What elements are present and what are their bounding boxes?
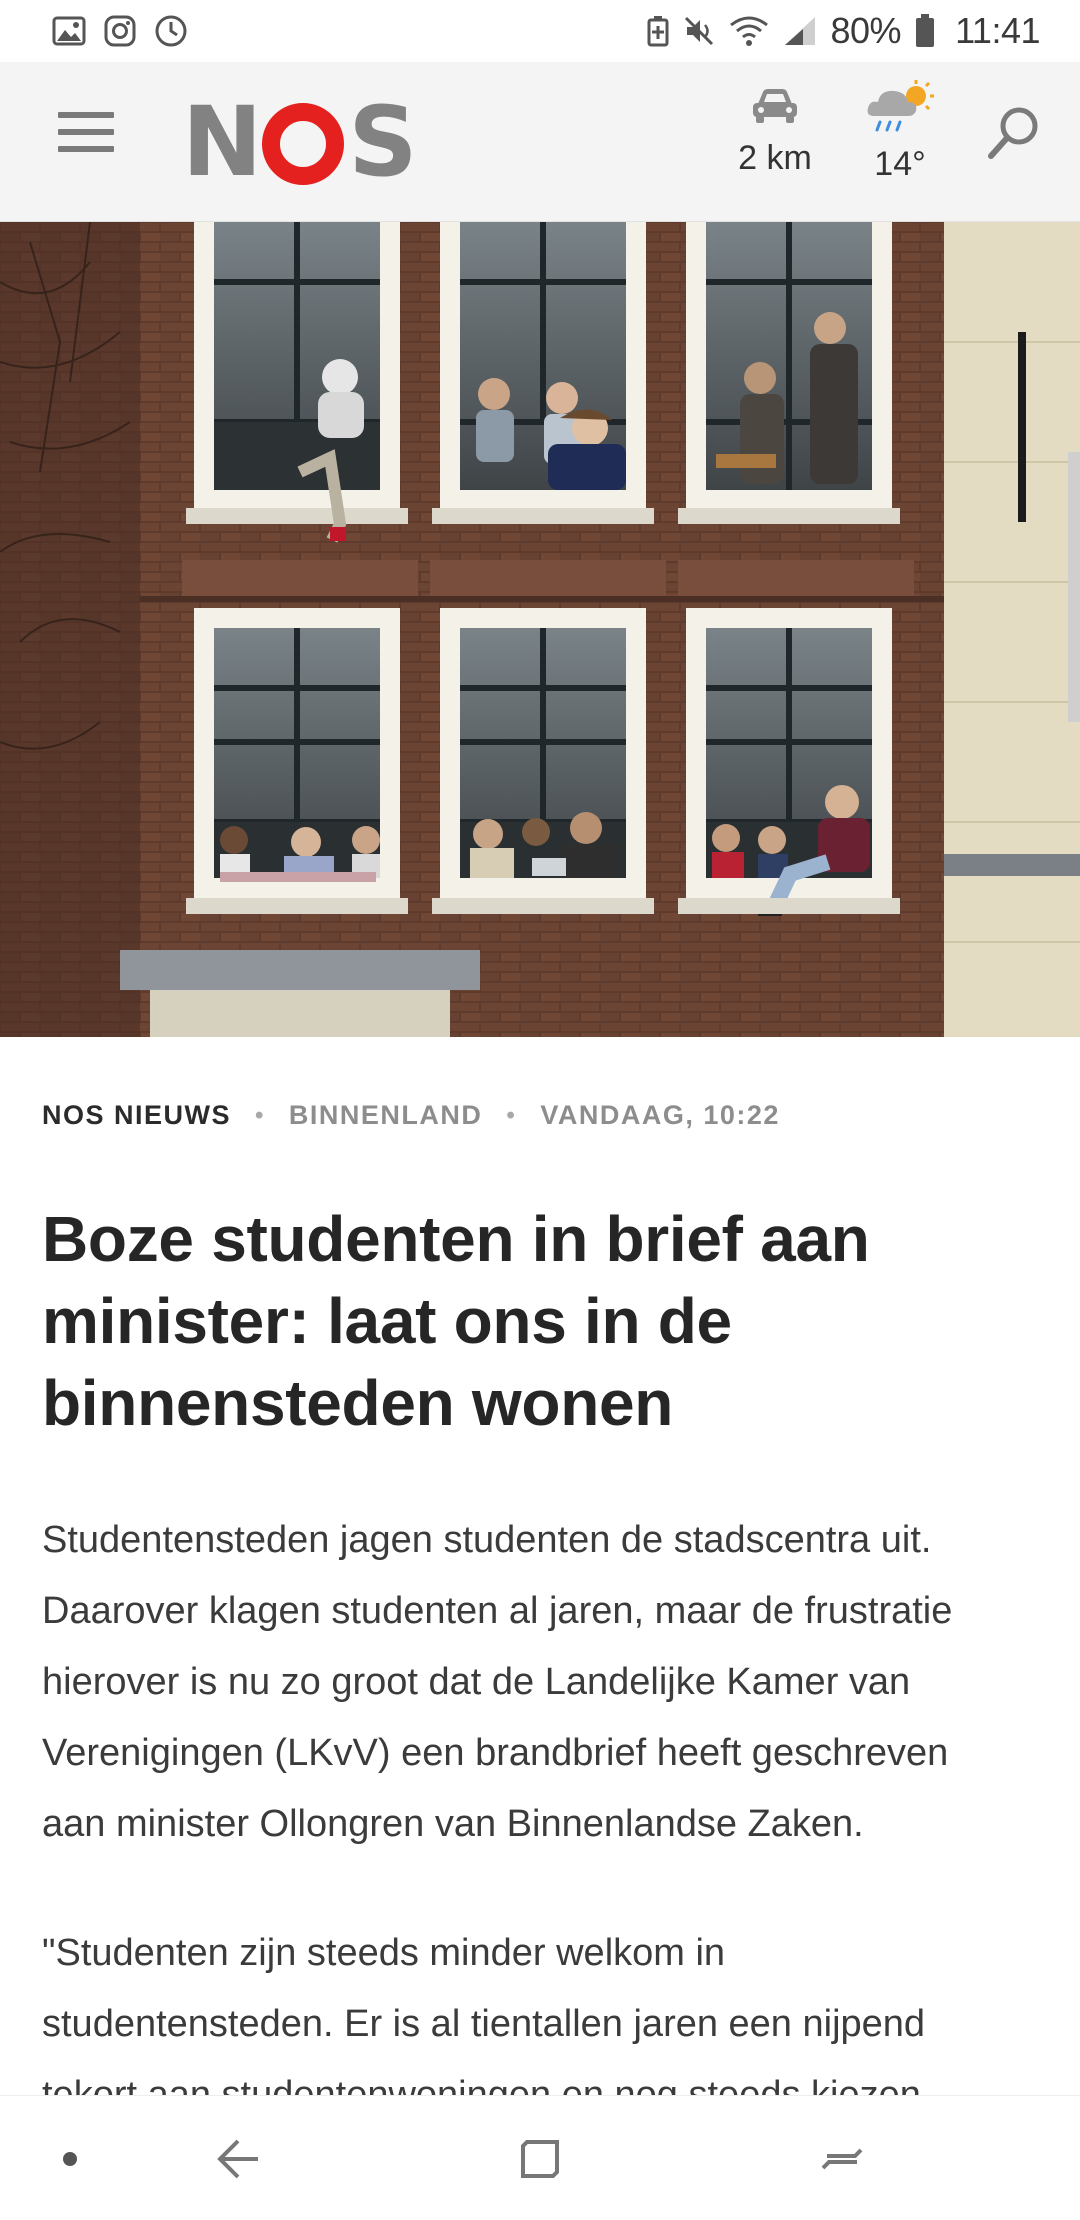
paragraph-line: hierover is nu zo groot dat de Landelijk… xyxy=(42,1661,911,1703)
dot-icon[interactable] xyxy=(30,2096,110,2220)
hamburger-menu-icon[interactable] xyxy=(58,112,114,168)
search-icon[interactable] xyxy=(985,102,1045,172)
battery-percentage: 80% xyxy=(830,10,902,51)
headline-line: minister: laat ons in de xyxy=(42,1285,732,1357)
meta-separator: • xyxy=(506,1101,517,1129)
sync-icon xyxy=(154,14,188,48)
paragraph-line: Verenigingen (LKvV) een brandbrief heeft… xyxy=(42,1732,949,1774)
headline-line: Boze studenten in brief aan xyxy=(42,1203,870,1275)
battery-icon xyxy=(915,14,935,48)
signal-icon xyxy=(783,15,817,47)
status-right-icons: 80% 11:41 xyxy=(647,10,1040,52)
traffic-label: 2 km xyxy=(738,139,812,177)
article-section[interactable]: BINNENLAND xyxy=(289,1100,483,1131)
car-icon xyxy=(750,86,800,131)
app-header: N S 2 km 14° xyxy=(0,62,1080,222)
article-source[interactable]: NOS NIEUWS xyxy=(42,1100,231,1131)
logo-letter-n: N xyxy=(182,86,262,198)
rain-sun-cloud-icon xyxy=(864,80,936,141)
wifi-icon xyxy=(729,15,769,47)
back-icon[interactable] xyxy=(198,2096,278,2220)
nos-logo[interactable]: N S xyxy=(182,86,417,198)
paragraph-line: Studentensteden jagen studenten de stads… xyxy=(42,1519,932,1561)
paragraph-line: "Studenten zijn steeds minder welkom in xyxy=(42,1932,726,1974)
weather-widget[interactable]: 14° xyxy=(855,80,945,206)
system-nav-bar xyxy=(0,2095,1080,2220)
status-left-icons xyxy=(52,14,188,48)
traffic-widget[interactable]: 2 km xyxy=(725,86,825,206)
article-meta: NOS NIEUWS • BINNENLAND • VANDAAG, 10:22 xyxy=(42,1100,1042,1131)
logo-letter-o xyxy=(262,103,345,185)
weather-label: 14° xyxy=(874,145,926,183)
headline-line: binnensteden wonen xyxy=(42,1367,674,1439)
article-paragraph-1: Studentensteden jagen studenten de stads… xyxy=(42,1505,1052,1860)
paragraph-line: aan minister Ollongren van Binnenlandse … xyxy=(42,1803,864,1845)
clock: 11:41 xyxy=(955,10,1040,51)
status-bar: 80% 11:41 xyxy=(0,0,1080,62)
screen: 80% 11:41 N S 2 km 14° NOS NIEUWS • BINN… xyxy=(0,0,1080,2220)
paragraph-line: Daarover klagen studenten al jaren, maar… xyxy=(42,1590,953,1632)
article-timestamp: VANDAAG, 10:22 xyxy=(540,1100,780,1130)
paragraph-line: studentensteden. Er is al tientallen jar… xyxy=(42,2003,926,2045)
meta-separator: • xyxy=(255,1101,265,1129)
article-headline: Boze studenten in brief aan minister: la… xyxy=(42,1198,1042,1444)
article-hero-image[interactable] xyxy=(0,222,1080,1037)
mute-icon xyxy=(683,15,715,47)
battery-saver-icon xyxy=(647,15,669,47)
gallery-icon xyxy=(52,16,86,46)
instagram-icon xyxy=(104,15,136,47)
logo-letter-s: S xyxy=(348,86,417,198)
switch-icon[interactable] xyxy=(802,2096,882,2220)
recents-icon[interactable] xyxy=(500,2096,580,2220)
